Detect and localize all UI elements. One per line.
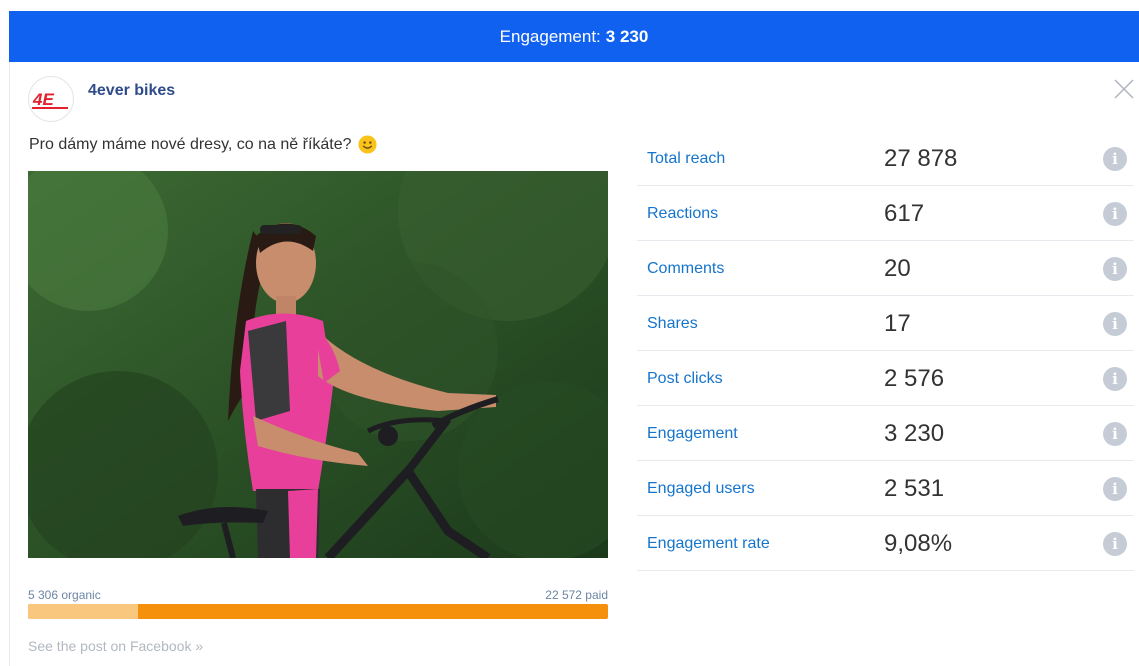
metric-label: Engaged users: [647, 480, 755, 497]
engagement-header: Engagement: 3 230: [9, 11, 1139, 62]
see-post-on-facebook-link[interactable]: See the post on Facebook »: [28, 638, 203, 654]
metric-row: Total reach 27 878 i: [637, 131, 1134, 186]
metric-label: Shares: [647, 315, 698, 332]
post-message: Pro dámy máme nové dresy, co na ně říkát…: [29, 135, 352, 153]
metric-row: Engagement rate 9,08% i: [637, 516, 1134, 571]
4ever-bikes-logo: 4E: [32, 90, 68, 109]
reach-split-bar: [28, 604, 608, 619]
logo-lettering: 4E: [32, 90, 54, 109]
post-image[interactable]: [28, 171, 608, 558]
metric-label: Reactions: [647, 205, 719, 222]
page-name[interactable]: 4ever bikes: [88, 82, 175, 100]
info-icon[interactable]: i: [1103, 202, 1127, 226]
page-avatar[interactable]: 4E: [28, 76, 74, 122]
metrics-table: Total reach 27 878 i Reactions 617 i Comments 2…: [637, 131, 1134, 571]
metric-label: Total reach: [647, 150, 726, 167]
metric-value: 9,08%: [884, 530, 953, 557]
paid-reach-label: 22 572 paid: [545, 588, 608, 602]
metric-value: 2 531: [884, 475, 945, 502]
metric-label: Engagement: [647, 425, 738, 442]
metric-value: 27 878: [884, 145, 958, 172]
info-icon[interactable]: i: [1103, 422, 1127, 446]
organic-reach-label: 5 306 organic: [28, 588, 101, 602]
engagement-header-label: Engagement:: [499, 26, 601, 46]
metric-value: 2 576: [884, 365, 945, 392]
metric-label: Comments: [647, 260, 725, 277]
info-icon[interactable]: i: [1103, 532, 1127, 556]
info-icon[interactable]: i: [1103, 312, 1127, 336]
post-text: Pro dámy máme nové dresy, co na ně říkát…: [29, 135, 377, 154]
metric-row: Reactions 617 i: [637, 186, 1134, 241]
info-icon[interactable]: i: [1103, 477, 1127, 501]
metric-value: 17: [884, 310, 911, 337]
metric-row: Engagement 3 230 i: [637, 406, 1134, 461]
info-icon[interactable]: i: [1103, 367, 1127, 391]
close-icon[interactable]: [1113, 78, 1135, 100]
smiley-emoji-icon: [358, 135, 377, 154]
metric-value: 3 230: [884, 420, 945, 447]
metric-label: Engagement rate: [647, 535, 770, 552]
metric-row: Comments 20 i: [637, 241, 1134, 296]
metric-label: Post clicks: [647, 370, 723, 387]
metric-row: Shares 17 i: [637, 296, 1134, 351]
organic-reach-fill: [28, 604, 139, 619]
engagement-header-value: 3 230: [605, 26, 649, 46]
metric-value: 20: [884, 255, 911, 282]
info-icon[interactable]: i: [1103, 147, 1127, 171]
metric-value: 617: [884, 200, 925, 227]
info-icon[interactable]: i: [1103, 257, 1127, 281]
metric-row: Engaged users 2 531 i: [637, 461, 1134, 516]
metric-row: Post clicks 2 576 i: [637, 351, 1134, 406]
